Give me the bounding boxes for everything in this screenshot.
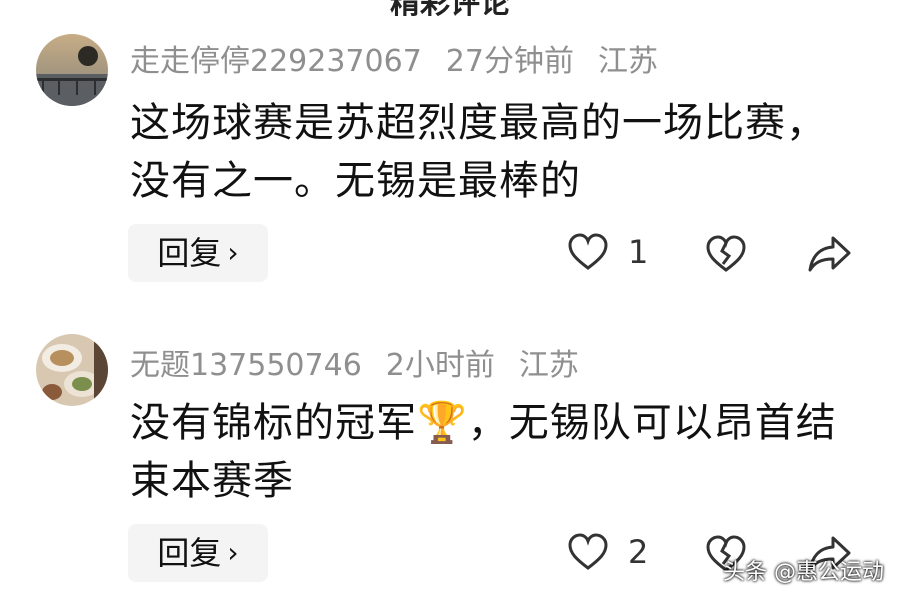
share-arrow-icon[interactable] [806,234,852,274]
comment-text: 没有锦标的冠军🏆，无锡队可以昂首结束本赛季 [130,400,837,504]
comment-item: 走走停停229237067 27分钟前 江苏 这场球赛是苏超烈度最高的一场比赛，没有… [0,0,900,300]
reply-label: 回复 [157,534,222,572]
reply-button[interactable]: 回复 › [128,224,268,282]
broken-heart-icon[interactable] [704,234,748,274]
heart-outline-icon [568,233,608,270]
location: 江苏 [597,44,658,79]
chevron-right-icon: › [227,236,239,269]
comment-text: 这场球赛是苏超烈度最高的一场比赛，没有之一。无锡是最棒的 [130,100,827,204]
avatar[interactable] [36,334,108,406]
location: 江苏 [518,348,579,383]
username[interactable]: 无题137550746 [130,348,362,383]
username[interactable]: 走走停停229237067 [130,44,422,79]
heart-outline-icon [568,533,608,570]
chevron-right-icon: › [227,536,239,569]
timestamp: 27分钟前 [445,44,574,79]
reply-button[interactable]: 回复 › [128,524,268,582]
avatar[interactable] [36,34,108,106]
timestamp: 2小时前 [385,348,495,383]
watermark: 头条 @惠公运动 [723,560,884,585]
comment-meta: 走走停停229237067 27分钟前 江苏 [130,36,682,80]
avatar-image [36,34,108,106]
avatar-image [36,334,108,406]
like-count: 1 [628,233,649,271]
comment-meta: 无题137550746 2小时前 江苏 [130,340,603,384]
reply-label: 回复 [157,234,222,272]
like-button[interactable]: 2 [566,532,648,572]
like-count: 2 [628,533,649,571]
like-button[interactable]: 1 [566,232,648,272]
